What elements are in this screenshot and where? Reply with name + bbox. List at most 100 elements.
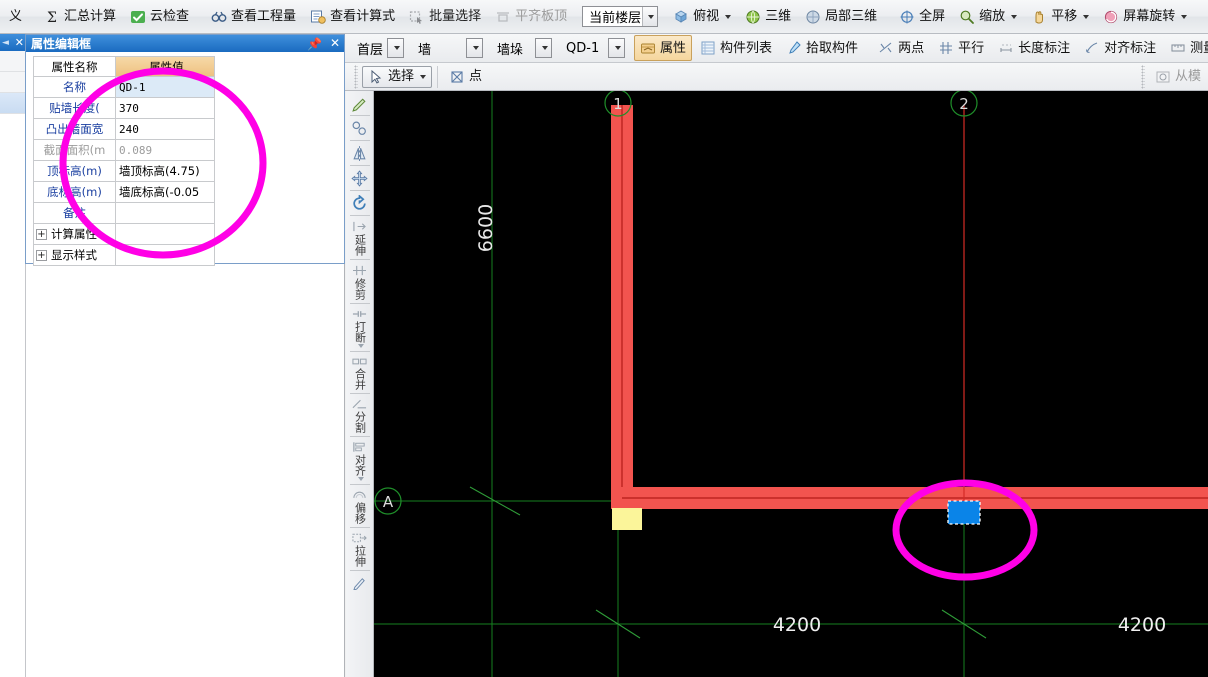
toolbar-divider	[349, 165, 370, 166]
align-dimension-button[interactable]: 对齐标注	[1078, 35, 1162, 61]
tool-move[interactable]	[347, 168, 373, 188]
merge-icon	[352, 358, 367, 365]
property-row-top-elevation[interactable]: 顶标高(m) 墙顶标高(4.75)	[33, 161, 215, 182]
two-point-button[interactable]: 两点	[872, 35, 930, 61]
property-value-input[interactable]	[116, 203, 214, 223]
toolbar-divider	[1140, 64, 1145, 89]
property-value-input[interactable]: 370	[116, 98, 214, 118]
drawing-canvas[interactable]: 1 2 A 6600 4200 4200	[374, 91, 1208, 677]
toolbar-item-three-d[interactable]: 三维	[739, 4, 797, 30]
pan-icon	[1031, 9, 1047, 25]
property-label: 名称	[34, 77, 116, 97]
parallel-button[interactable]: 平行	[932, 35, 990, 61]
toolbar-divider	[349, 436, 370, 437]
component-list-button[interactable]: 构件列表	[694, 35, 778, 61]
tool-offset[interactable]: 偏移	[347, 487, 373, 525]
property-row-wall-length[interactable]: 贴墙长度( 370	[33, 98, 215, 119]
chevron-down-icon[interactable]	[420, 74, 427, 79]
tool-pencil[interactable]	[347, 573, 373, 591]
from-model-button[interactable]: 从模	[1149, 64, 1207, 90]
component-select-dropdown[interactable]	[608, 38, 626, 58]
pencil-icon	[353, 578, 365, 590]
expand-icon[interactable]: +	[36, 249, 47, 261]
copy-icon	[352, 121, 366, 135]
property-grid: 属性名称 属性值 名称 QD-1 贴墙长度( 370 凸出墙面宽 240 截面面…	[33, 56, 215, 266]
tool-split[interactable]: 分割	[347, 396, 373, 434]
toolbar-item-partial[interactable]: 义	[3, 4, 28, 30]
chevron-down-icon[interactable]	[357, 477, 364, 481]
canvas-svg[interactable]: 1 2 A 6600 4200 4200	[374, 91, 1208, 677]
list-item[interactable]	[0, 51, 26, 72]
type-select-dropdown[interactable]	[535, 38, 553, 58]
property-group-display-style[interactable]: + 显示样式	[33, 245, 215, 266]
property-value-input[interactable]: 墙顶标高(4.75)	[116, 161, 214, 181]
chevron-down-icon[interactable]	[641, 7, 658, 26]
tool-copy[interactable]	[347, 118, 373, 138]
tool-pen[interactable]	[347, 93, 373, 113]
property-value-input[interactable]: 240	[116, 119, 214, 139]
tool-mirror[interactable]	[347, 143, 373, 163]
property-value-readonly: 0.089	[116, 140, 214, 160]
page-title: 属性编辑框	[31, 37, 92, 51]
toolbar-item-top-view[interactable]: 俯视	[667, 4, 737, 30]
background-panel-titlebar: ◄ ✕	[0, 34, 26, 51]
chevron-down-icon[interactable]	[1083, 14, 1090, 19]
close-icon[interactable]: ✕	[15, 37, 24, 48]
toolbar-divider	[349, 190, 370, 191]
formula-icon	[310, 9, 326, 25]
toolbar-item-zoom[interactable]: 缩放	[953, 4, 1023, 30]
chevron-down-icon[interactable]	[357, 344, 364, 348]
chevron-down-icon[interactable]	[725, 14, 732, 19]
selected-element[interactable]	[947, 500, 981, 525]
point-tool-button[interactable]: 点	[443, 64, 488, 90]
property-row-name[interactable]: 名称 QD-1	[33, 77, 215, 98]
property-label: 凸出墙面宽	[34, 119, 116, 139]
expand-icon[interactable]: +	[36, 228, 47, 240]
tool-rotate[interactable]	[347, 193, 373, 213]
list-item[interactable]	[0, 93, 26, 114]
close-icon[interactable]: ✕	[330, 37, 340, 49]
tool-align[interactable]: 对齐	[347, 439, 373, 482]
fullscreen-icon	[899, 9, 915, 25]
toolbar-item-screen-rotate[interactable]: 屏幕旋转	[1097, 4, 1193, 30]
floor-select-dropdown[interactable]	[387, 38, 405, 58]
toolbar-divider	[349, 303, 370, 304]
point-icon	[449, 69, 465, 85]
measure-distance-button[interactable]: 测量距离	[1164, 35, 1208, 61]
toolbar-item-partial-three-d[interactable]: 局部三维	[799, 4, 883, 30]
pin-icon[interactable]: 📌	[307, 37, 322, 51]
length-dimension-button[interactable]: 长度标注	[992, 35, 1076, 61]
chevron-down-icon[interactable]	[1181, 14, 1188, 19]
property-grid-header: 属性名称 属性值	[33, 56, 215, 77]
property-row-protrusion-width[interactable]: 凸出墙面宽 240	[33, 119, 215, 140]
properties-button[interactable]: 属性	[634, 35, 693, 61]
property-row-remark[interactable]: 备注	[33, 203, 215, 224]
property-group-calc-attributes[interactable]: + 计算属性	[33, 224, 215, 245]
properties-icon	[640, 40, 656, 56]
current-floor-combo[interactable]: 当前楼层	[582, 6, 659, 27]
list-item[interactable]	[0, 72, 26, 93]
toolbar-item-pan[interactable]: 平移	[1025, 4, 1095, 30]
toolbar-item-view-formula[interactable]: 查看计算式	[304, 4, 401, 30]
category-select-dropdown[interactable]	[466, 38, 484, 58]
chevron-down-icon[interactable]	[1011, 14, 1018, 19]
toolbar-item-element-display-settings[interactable]: 构件图元显示设置	[1203, 4, 1208, 30]
two-point-icon	[878, 40, 894, 56]
collapse-icon[interactable]: ◄	[2, 38, 9, 48]
pick-component-button[interactable]: 拾取构件	[780, 35, 864, 61]
tool-break[interactable]: 打断	[347, 306, 373, 349]
tool-trim[interactable]: 修剪	[347, 262, 373, 301]
toolbar-item-cloud-check[interactable]: 云检查	[124, 4, 195, 30]
toolbar-item-fullscreen[interactable]: 全屏	[893, 4, 951, 30]
tool-extend[interactable]: 延伸	[347, 218, 373, 257]
toolbar-item-summary-calc[interactable]: Σ 汇总计算	[38, 4, 122, 30]
property-value-input[interactable]: QD-1	[116, 77, 214, 97]
tool-merge[interactable]: 合并	[347, 354, 373, 391]
highlighted-element[interactable]	[612, 508, 642, 530]
toolbar-item-batch-select[interactable]: 批量选择	[403, 4, 487, 30]
select-tool-button[interactable]: 选择	[362, 65, 433, 88]
property-row-bottom-elevation[interactable]: 底标高(m) 墙底标高(-0.05	[33, 182, 215, 203]
tool-stretch[interactable]: 拉伸	[347, 530, 373, 568]
property-value-input[interactable]: 墙底标高(-0.05	[116, 182, 214, 202]
toolbar-item-view-quantity[interactable]: 查看工程量	[205, 4, 302, 30]
